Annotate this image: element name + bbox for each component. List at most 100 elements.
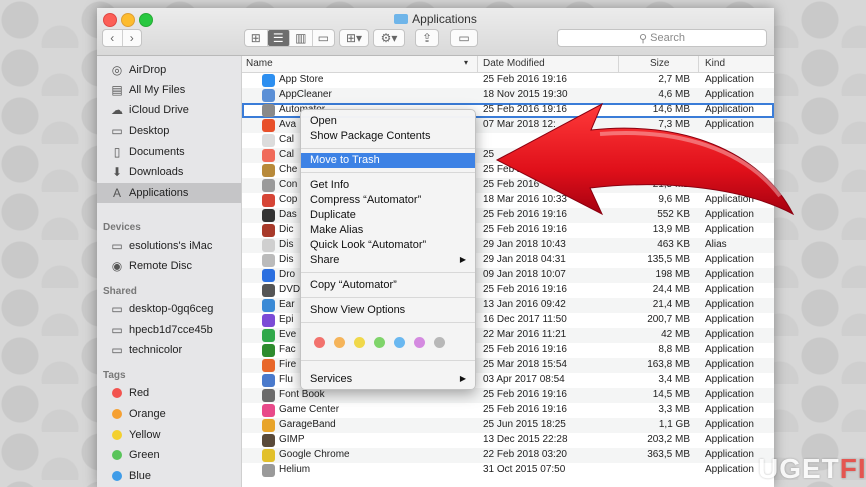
menu-duplicate[interactable]: Duplicate bbox=[301, 208, 475, 223]
sidebar-item-documents[interactable]: ▯ Documents bbox=[97, 142, 241, 162]
app-icon bbox=[262, 224, 275, 237]
app-icon bbox=[262, 389, 275, 402]
cell-size: 135,5 MB bbox=[647, 254, 690, 265]
downloads-icon: ⬇ bbox=[111, 165, 123, 179]
sidebar-item-shared-1[interactable]: ▭ desktop-0gq6ceg bbox=[97, 299, 241, 319]
column-view-icon[interactable]: ▥ bbox=[290, 30, 313, 46]
sidebar-item-downloads[interactable]: ⬇ Downloads bbox=[97, 162, 241, 182]
column-kind[interactable]: Kind bbox=[705, 58, 725, 69]
cell-size: 13,9 MB bbox=[652, 224, 690, 235]
cell-size: 14,5 MB bbox=[652, 389, 690, 400]
menu-move-to-trash[interactable]: Move to Trash bbox=[301, 153, 475, 168]
table-row[interactable]: Font Book 25 Feb 2016 19:16 14,5 MB Applica… bbox=[242, 388, 774, 403]
menu-make-alias[interactable]: Make Alias bbox=[301, 223, 475, 238]
cell-date: 09 Jan 2018 10:07 bbox=[483, 269, 566, 280]
list-view-icon[interactable]: ☰ bbox=[267, 30, 290, 46]
table-row[interactable]: AppCleaner 18 Nov 2015 19:30 4,6 MB Applica… bbox=[242, 88, 774, 103]
tags-button[interactable]: ▭ bbox=[450, 29, 478, 47]
back-icon[interactable]: ‹ bbox=[103, 30, 123, 46]
cell-size: 3,3 MB bbox=[658, 404, 690, 415]
sidebar-item-icloud-drive[interactable]: ☁ iCloud Drive bbox=[97, 100, 241, 120]
search-field[interactable]: ⚲ Search bbox=[557, 29, 767, 47]
sidebar-item-applications[interactable]: A Applications bbox=[97, 183, 241, 203]
column-name[interactable]: Name bbox=[246, 58, 273, 69]
action-button[interactable]: ⚙▾ bbox=[373, 29, 405, 47]
share-icon: ⇪ bbox=[421, 31, 433, 45]
sidebar-tag-green[interactable]: Green bbox=[97, 445, 241, 465]
forward-icon[interactable]: › bbox=[123, 30, 142, 46]
tag-blue-dot[interactable] bbox=[394, 337, 405, 348]
sidebar-item-remote-disc[interactable]: ◉ Remote Disc bbox=[97, 256, 241, 276]
red-tag-icon bbox=[112, 388, 122, 398]
sidebar-tag-blue[interactable]: Blue bbox=[97, 466, 241, 486]
menu-share[interactable]: Share ▶ bbox=[301, 253, 475, 268]
menu-open[interactable]: Open bbox=[301, 114, 475, 129]
app-icon bbox=[262, 254, 275, 267]
menu-compress[interactable]: Compress “Automator” bbox=[301, 193, 475, 208]
sidebar-tag-orange[interactable]: Orange bbox=[97, 404, 241, 424]
cell-date: 25 Feb 2016 19:16 bbox=[483, 284, 567, 295]
sidebar-tag-yellow[interactable]: Yellow bbox=[97, 425, 241, 445]
cell-date: 18 Mar 2016 10:33 bbox=[483, 194, 567, 205]
cell-size: 3,4 MB bbox=[658, 374, 690, 385]
cell-date: 22 Feb 2018 03:20 bbox=[483, 449, 567, 460]
sidebar: ◎ AirDrop ▤ All My Files ☁ iCloud Drive ▭ De… bbox=[97, 56, 242, 487]
sidebar-item-shared-3[interactable]: ▭ technicolor bbox=[97, 340, 241, 360]
cell-date: 29 Jan 2018 10:43 bbox=[483, 239, 566, 250]
menu-quick-look[interactable]: Quick Look “Automator” bbox=[301, 238, 475, 253]
column-date[interactable]: Date Modified bbox=[483, 58, 545, 69]
table-row[interactable]: Google Chrome 22 Feb 2018 03:20 363,5 MB Ap… bbox=[242, 448, 774, 463]
cell-kind: Application bbox=[705, 344, 754, 355]
tag-gray-dot[interactable] bbox=[434, 337, 445, 348]
cell-kind: Application bbox=[705, 359, 754, 370]
cell-kind: Application bbox=[705, 404, 754, 415]
cell-date: 16 Dec 2017 11:50 bbox=[483, 314, 567, 325]
sidebar-item-all-my-files[interactable]: ▤ All My Files bbox=[97, 80, 241, 100]
icon-view-icon[interactable]: ⊞ bbox=[245, 30, 268, 46]
sidebar-item-airdrop[interactable]: ◎ AirDrop bbox=[97, 60, 241, 80]
disc-icon: ◉ bbox=[111, 259, 123, 273]
tag-red-dot[interactable] bbox=[314, 337, 325, 348]
computer-icon: ▭ bbox=[111, 302, 123, 316]
sidebar-item-desktop[interactable]: ▭ Desktop bbox=[97, 121, 241, 141]
menu-show-view-options[interactable]: Show View Options bbox=[301, 303, 475, 318]
cell-size: 200,7 MB bbox=[647, 314, 690, 325]
menu-get-info[interactable]: Get Info bbox=[301, 178, 475, 193]
title-bar: Applications ‹ › ⊞ ☰ ▥ ▭ ⊞▾ ⚙▾ ⇪ ▭ ⚲ Sea… bbox=[97, 8, 774, 56]
table-row[interactable]: GIMP 13 Dec 2015 22:28 203,2 MB Application bbox=[242, 433, 774, 448]
table-row[interactable]: Helium 31 Oct 2015 07:50 Application bbox=[242, 463, 774, 478]
tag-green-dot[interactable] bbox=[374, 337, 385, 348]
app-icon bbox=[262, 419, 275, 432]
cell-date: 31 Oct 2015 07:50 bbox=[483, 464, 566, 475]
submenu-arrow-icon: ▶ bbox=[459, 374, 466, 383]
table-row[interactable]: Game Center 25 Feb 2016 19:16 3,3 MB Applic… bbox=[242, 403, 774, 418]
menu-show-package-contents[interactable]: Show Package Contents bbox=[301, 129, 475, 144]
imac-icon: ▭ bbox=[111, 239, 123, 253]
share-button[interactable]: ⇪ bbox=[415, 29, 439, 47]
tag-orange-dot[interactable] bbox=[334, 337, 345, 348]
cell-kind: Application bbox=[705, 224, 754, 235]
cell-kind: Application bbox=[705, 209, 754, 220]
tag-yellow-dot[interactable] bbox=[354, 337, 365, 348]
computer-icon: ▭ bbox=[111, 343, 123, 357]
app-icon bbox=[262, 119, 275, 132]
cell-size: 24,4 MB bbox=[652, 284, 690, 295]
column-size[interactable]: Size bbox=[650, 58, 669, 69]
cell-date: 25 Feb 2016 19:16 bbox=[483, 404, 567, 415]
menu-services[interactable]: Services ▶ bbox=[301, 372, 475, 387]
menu-copy[interactable]: Copy “Automator” bbox=[301, 278, 475, 293]
cell-date: 25 bbox=[483, 149, 495, 160]
table-row[interactable]: GarageBand 25 Jun 2015 18:25 1,1 GB Applica… bbox=[242, 418, 774, 433]
cell-size: 7,3 MB bbox=[658, 119, 690, 130]
sidebar-tag-red[interactable]: Red bbox=[97, 383, 241, 403]
sidebar-item-shared-2[interactable]: ▭ hpecb1d7cce45b bbox=[97, 320, 241, 340]
cell-kind: Application bbox=[705, 299, 754, 310]
sidebar-item-imac[interactable]: ▭ esolutions's iMac bbox=[97, 236, 241, 256]
cell-kind: Application bbox=[705, 434, 754, 445]
menu-separator bbox=[301, 360, 475, 361]
tag-purple-dot[interactable] bbox=[414, 337, 425, 348]
arrange-button[interactable]: ⊞▾ bbox=[339, 29, 369, 47]
cell-kind: Application bbox=[705, 389, 754, 400]
table-row[interactable]: App Store 25 Feb 2016 19:16 2,7 MB Applicat… bbox=[242, 73, 774, 88]
coverflow-view-icon[interactable]: ▭ bbox=[313, 30, 335, 46]
